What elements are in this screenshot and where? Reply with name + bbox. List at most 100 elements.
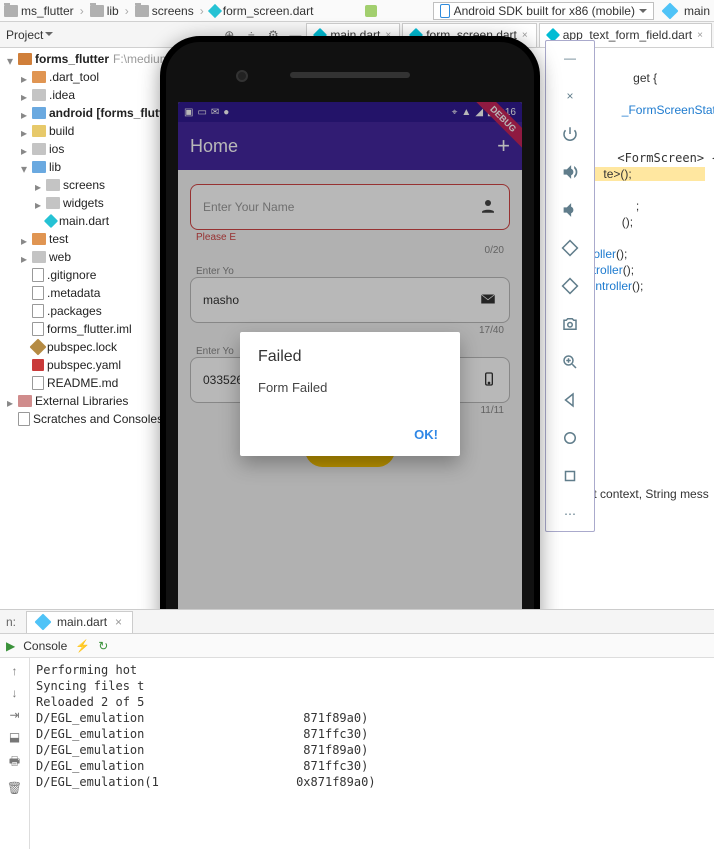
tree-twisty[interactable]: ▸ — [19, 144, 29, 154]
tree-twisty[interactable] — [19, 360, 29, 370]
tree-label: web — [49, 250, 71, 264]
file-icon — [32, 268, 44, 282]
tree-twisty[interactable] — [19, 324, 29, 334]
tree-twisty[interactable] — [5, 414, 15, 424]
tree-twisty[interactable]: ▸ — [19, 234, 29, 244]
crumb-lib[interactable]: lib — [90, 4, 119, 18]
flutter-icon — [661, 2, 678, 19]
run-tab-main[interactable]: main.dart × — [26, 611, 133, 633]
file-icon — [32, 286, 44, 300]
hot-restart-icon[interactable]: ↻ — [98, 639, 108, 653]
file-icon — [32, 71, 46, 83]
volume-up-icon[interactable] — [559, 161, 581, 183]
tree-label: .dart_tool — [49, 70, 99, 84]
tree-label: .gitignore — [47, 268, 96, 282]
overview-nav-icon[interactable] — [559, 465, 581, 487]
project-view-selector[interactable]: Project — [0, 23, 57, 47]
file-icon — [18, 53, 32, 65]
tree-label: test — [49, 232, 68, 246]
more-icon[interactable]: ⋯ — [559, 503, 581, 525]
file-icon — [46, 197, 60, 209]
file-icon — [30, 339, 47, 356]
tree-label: forms_flutterF:\medium — [35, 52, 170, 66]
rotate-right-icon[interactable] — [559, 275, 581, 297]
dialog-title: Failed — [258, 348, 442, 366]
tree-twisty[interactable]: ▸ — [5, 396, 15, 406]
tree-label: .metadata — [47, 286, 100, 300]
tree-twisty[interactable]: ▸ — [19, 90, 29, 100]
breadcrumb: ms_flutter › lib › screens › form_screen… — [0, 0, 714, 22]
file-icon — [32, 376, 44, 390]
emulator-toolbar: — × ⋯ — [545, 40, 595, 532]
file-icon — [18, 412, 30, 426]
tree-label: .idea — [49, 88, 75, 102]
crumb-screens[interactable]: screens — [135, 4, 194, 18]
wrap-icon[interactable]: ⇥ — [9, 708, 19, 722]
tree-twisty[interactable]: ▾ — [5, 54, 15, 64]
file-icon — [32, 359, 44, 371]
tree-twisty[interactable] — [19, 342, 29, 352]
camera-icon[interactable] — [559, 313, 581, 335]
rotate-left-icon[interactable] — [559, 237, 581, 259]
tree-label: README.md — [47, 376, 118, 390]
crumb-project[interactable]: ms_flutter — [4, 4, 74, 18]
hot-reload-icon[interactable]: ⚡ — [75, 639, 90, 653]
run-config-file[interactable]: main — [664, 4, 710, 18]
run-panel: n: main.dart × ▶ Console ⚡ ↻ ↑ ↓ ⇥ ⬓ 🖶 🗑… — [0, 609, 714, 849]
tree-twisty[interactable]: ▸ — [33, 180, 43, 190]
speaker-grill — [290, 72, 410, 78]
print-icon[interactable]: 🖶 — [9, 752, 20, 773]
emulator-close-icon[interactable]: × — [559, 85, 581, 107]
dialog-ok-button[interactable]: OK! — [258, 419, 442, 450]
tree-label: External Libraries — [35, 394, 128, 408]
volume-down-icon[interactable] — [559, 199, 581, 221]
device-selector[interactable]: Android SDK built for x86 (mobile) — [433, 2, 654, 20]
tree-label: .packages — [47, 304, 102, 318]
tree-twisty[interactable] — [19, 306, 29, 316]
crumb-file[interactable]: form_screen.dart — [210, 4, 314, 18]
zoom-icon[interactable] — [559, 351, 581, 373]
trash-icon[interactable]: 🗑 — [7, 781, 22, 795]
down-icon[interactable]: ↓ — [12, 686, 18, 700]
tree-label: pubspec.yaml — [47, 358, 121, 372]
power-icon[interactable] — [559, 123, 581, 145]
phone-icon — [440, 4, 450, 18]
close-icon[interactable]: × — [697, 30, 703, 41]
alert-dialog: Failed Form Failed OK! — [240, 332, 460, 456]
close-icon[interactable]: × — [522, 30, 528, 41]
tree-twisty[interactable]: ▸ — [19, 72, 29, 82]
tree-label: lib — [49, 160, 61, 174]
file-icon — [32, 233, 46, 245]
tree-twisty[interactable]: ▸ — [19, 252, 29, 262]
tree-twisty[interactable]: ▸ — [33, 198, 43, 208]
file-icon — [32, 107, 46, 119]
tree-twisty[interactable] — [19, 378, 29, 388]
console-output[interactable]: Performing hot Syncing files t Reloaded … — [30, 658, 714, 849]
back-nav-icon[interactable] — [559, 389, 581, 411]
file-icon — [44, 214, 58, 228]
tree-label: build — [49, 124, 74, 138]
tree-twisty[interactable]: ▾ — [19, 162, 29, 172]
file-icon — [32, 251, 46, 263]
home-nav-icon[interactable] — [559, 427, 581, 449]
up-icon[interactable]: ↑ — [12, 664, 18, 678]
tree-twisty[interactable]: ▸ — [19, 108, 29, 118]
tree-label: main.dart — [59, 214, 109, 228]
tree-twisty[interactable] — [19, 288, 29, 298]
scroll-icon[interactable]: ⬓ — [9, 730, 20, 744]
tree-twisty[interactable] — [19, 270, 29, 280]
tree-label: Scratches and Consoles — [33, 412, 163, 426]
dialog-message: Form Failed — [258, 380, 442, 395]
emulator-minimize-icon[interactable]: — — [559, 47, 581, 69]
android-icon — [365, 5, 377, 17]
tree-label: android [forms_flutte — [49, 106, 170, 120]
tree-label: pubspec.lock — [47, 340, 117, 354]
tree-twisty[interactable]: ▸ — [19, 126, 29, 136]
run-play-icon[interactable]: ▶ — [6, 639, 15, 653]
tree-twisty[interactable] — [33, 216, 43, 226]
file-icon — [18, 395, 32, 407]
console-label: Console — [23, 639, 67, 653]
close-icon[interactable]: × — [115, 615, 122, 629]
tree-label: forms_flutter.iml — [47, 322, 132, 336]
file-icon — [32, 89, 46, 101]
